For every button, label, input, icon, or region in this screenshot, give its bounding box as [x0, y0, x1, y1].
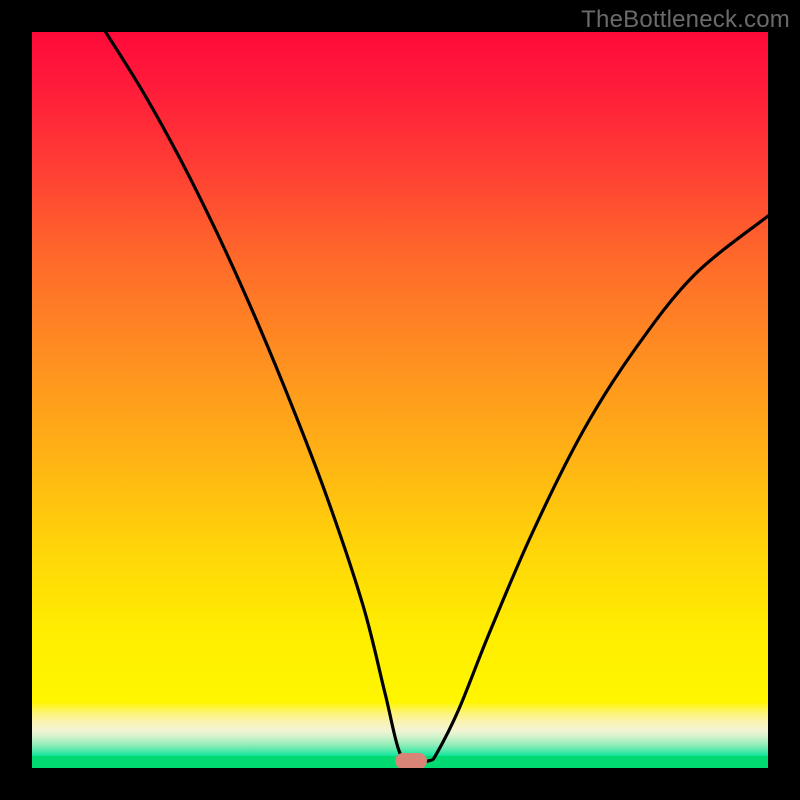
optimum-marker [395, 753, 427, 768]
chart-frame: TheBottleneck.com [0, 0, 800, 800]
watermark-text: TheBottleneck.com [581, 6, 790, 34]
plot-area [32, 32, 768, 768]
bottleneck-curve [32, 32, 768, 768]
